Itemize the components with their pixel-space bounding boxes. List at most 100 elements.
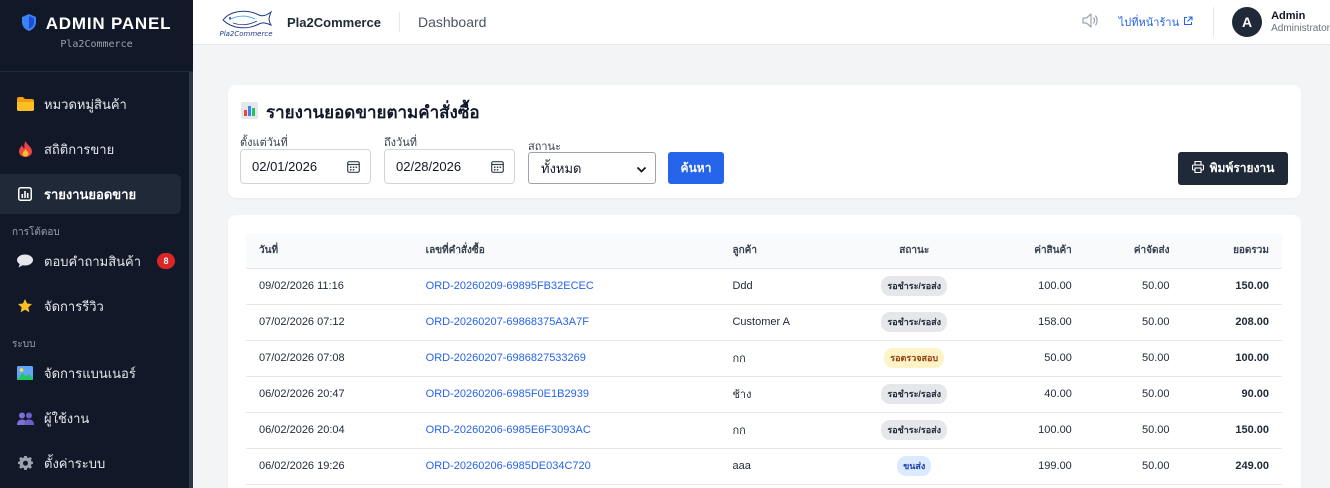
order-link[interactable]: ORD-20260206-6985F0E1B2939 [426,388,589,400]
search-button[interactable]: ค้นหา [668,152,724,184]
folder-icon [16,97,34,111]
table-header-row: วันที่ เลขที่คำสั่งซื้อ ลูกค้า สถานะ ค่า… [246,234,1282,269]
star-icon [16,298,34,314]
report-filter-card: รายงานยอดขายตามคำสั่งซื้อ ตั้งแต่วันที่ … [228,85,1301,198]
breadcrumb: Dashboard [417,14,487,30]
cell-total: 90.00 [1169,376,1282,413]
cell-shipping: 50.00 [1071,412,1170,449]
sidebar-item-label: รายงานยอดขาย [44,186,137,202]
cell-customer: aaa [732,448,864,485]
cell-goods: 199.00 [964,448,1072,485]
cell-total: 150.00 [1169,412,1282,449]
status-badge: รอชำระ/รอส่ง [881,276,948,296]
bar-chart-icon [241,101,258,124]
status-badge: รอชำระ/รอส่ง [881,384,948,404]
order-link[interactable]: ORD-20260207-69868375A3A7F [426,316,589,328]
sidebar-item-banners[interactable]: จัดการแบนเนอร์ [0,353,181,393]
cell-shipping: 50.00 [1071,448,1170,485]
page-title: รายงานยอดขายตามคำสั่งซื้อ [241,99,480,126]
order-link[interactable]: ORD-20260206-6985DE034C720 [426,460,591,472]
col-total[interactable]: ยอดรวม [1169,234,1282,269]
svg-text:Pla2Commerce: Pla2Commerce [219,30,272,38]
order-link[interactable]: ORD-20260207-6986827533269 [426,352,586,364]
cell-goods: 158.00 [964,304,1072,341]
to-date-input[interactable]: 02/28/2026 [384,149,515,184]
printer-icon [1191,160,1204,176]
cell-date: 09/02/2026 11:16 [246,268,426,305]
print-report-label: พิมพ์รายงาน [1209,161,1275,175]
orders-table: วันที่ เลขที่คำสั่งซื้อ ลูกค้า สถานะ ค่า… [246,234,1282,485]
sidebar-item-product-questions[interactable]: ตอบคำถามสินค้า 8 [0,241,181,281]
sidebar-item-sales-report[interactable]: รายงานยอดขาย [0,174,181,214]
sidebar-item-label: หมวดหมู่สินค้า [44,96,127,112]
cell-total: 150.00 [1169,268,1282,305]
cell-goods: 50.00 [964,340,1072,377]
status-badge: รอตรวจสอบ [884,348,945,368]
cell-total: 100.00 [1169,340,1282,377]
chevron-down-icon [636,163,647,178]
col-goods[interactable]: ค่าสินค้า [964,234,1072,269]
calendar-icon[interactable] [347,160,360,176]
topbar-right: ไปที่หน้าร้าน A Admin Administrator [1082,0,1330,45]
status-badge: ขนส่ง [897,456,932,476]
sidebar-item-label: ผู้ใช้งาน [44,410,90,426]
sidebar-item-settings[interactable]: ตั้งค่าระบบ [0,443,181,483]
user-name: Admin [1271,10,1306,22]
col-customer[interactable]: ลูกค้า [732,234,864,269]
volume-icon[interactable] [1082,13,1099,31]
calendar-icon[interactable] [491,160,504,176]
image-icon [16,366,34,380]
page-title-text: รายงานยอดขายตามคำสั่งซื้อ [266,103,480,122]
cell-date: 06/02/2026 20:04 [246,412,426,449]
user-info[interactable]: Admin Administrator [1271,10,1330,34]
cell-total: 208.00 [1169,304,1282,341]
sidebar-item-label: ตั้งค่าระบบ [44,455,106,471]
table-row: 07/02/2026 07:12 ORD-20260207-69868375A3… [246,304,1282,341]
order-link[interactable]: ORD-20260209-69895FB32ECEC [426,280,594,292]
fire-icon [16,141,34,157]
users-icon [16,412,34,425]
cell-customer: กก [732,340,864,377]
sidebar-brand: ADMIN PANEL Pla2Commerce [0,0,193,72]
sidebar-item-sales-stats[interactable]: สถิติการขาย [0,129,181,169]
cell-date: 06/02/2026 19:26 [246,448,426,485]
sidebar: ADMIN PANEL Pla2Commerce หมวดหมู่สินค้า … [0,0,193,488]
sidebar-section-interaction: การโต้ตอบ [12,227,60,238]
notification-badge: 8 [157,253,175,269]
store-logo[interactable]: Pla2Commerce [219,6,273,38]
sidebar-item-label: จัดการแบนเนอร์ [44,365,136,381]
go-to-shop-link[interactable]: ไปที่หน้าร้าน [1119,13,1193,31]
cell-shipping: 50.00 [1071,340,1170,377]
print-report-button[interactable]: พิมพ์รายงาน [1178,152,1288,185]
topbar-divider [398,12,400,32]
table-row: 07/02/2026 07:08 ORD-20260207-6986827533… [246,340,1282,377]
cell-shipping: 50.00 [1071,304,1170,341]
orders-table-card: วันที่ เลขที่คำสั่งซื้อ ลูกค้า สถานะ ค่า… [228,215,1301,488]
sidebar-item-reviews[interactable]: จัดการรีวิว [0,286,181,326]
cell-goods: 100.00 [964,268,1072,305]
from-date-input[interactable]: 02/01/2026 [240,149,371,184]
sidebar-item-label: สถิติการขาย [44,141,115,157]
col-order[interactable]: เลขที่คำสั่งซื้อ [425,234,733,269]
order-link[interactable]: ORD-20260206-6985E6F3093AC [426,424,591,436]
store-name: Pla2Commerce [287,14,381,30]
cell-customer: Ddd [732,268,864,305]
status-select[interactable]: ทั้งหมด [528,152,656,184]
avatar[interactable]: A [1232,7,1263,37]
col-shipping[interactable]: ค่าจัดส่ง [1071,234,1170,269]
go-to-shop-label: ไปที่หน้าร้าน [1118,17,1180,29]
status-badge: รอชำระ/รอส่ง [881,420,948,440]
gear-icon [16,455,34,471]
topbar-divider [1213,7,1215,37]
cell-goods: 100.00 [964,412,1072,449]
sidebar-item-categories[interactable]: หมวดหมู่สินค้า [0,84,181,124]
chat-bubble-icon [16,254,34,268]
sidebar-item-label: จัดการรีวิว [44,298,104,314]
sidebar-title: ADMIN PANEL [45,14,172,33]
topbar: Pla2Commerce Pla2Commerce Dashboard ไปที… [193,0,1330,45]
to-date-value: 02/28/2026 [396,159,462,174]
col-status[interactable]: สถานะ [863,234,965,269]
col-date[interactable]: วันที่ [246,234,426,269]
sidebar-subtitle: Pla2Commerce [60,39,133,50]
sidebar-item-users[interactable]: ผู้ใช้งาน [0,398,181,438]
